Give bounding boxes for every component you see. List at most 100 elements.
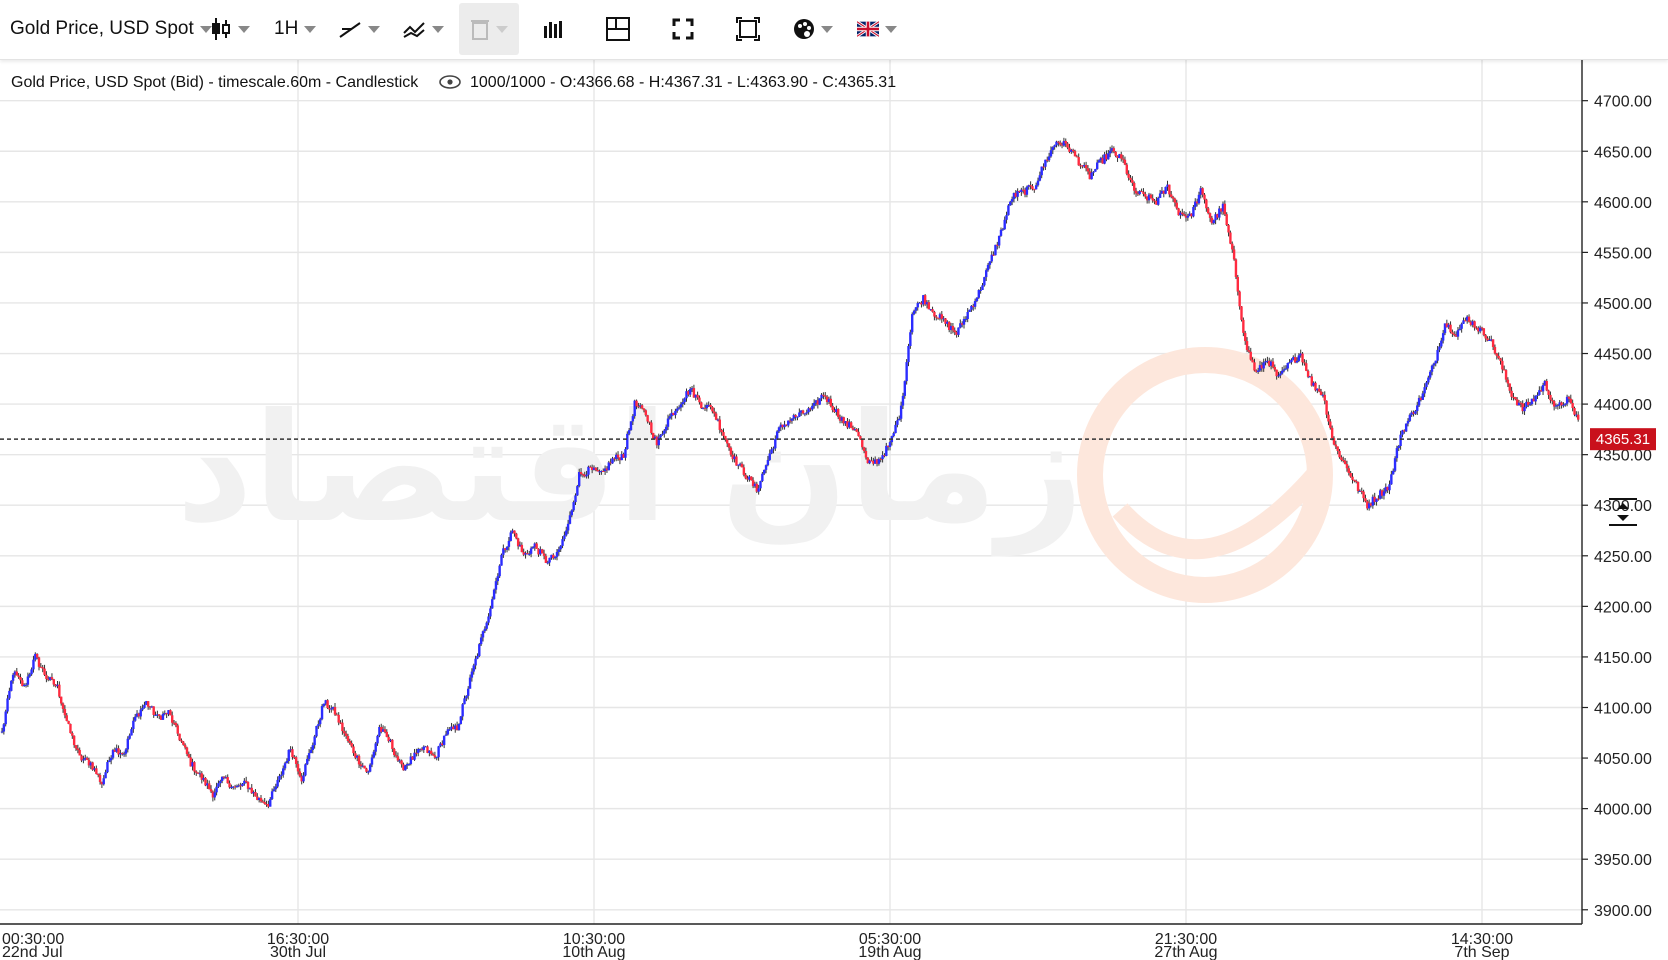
down-candle <box>927 300 931 310</box>
volume-toggle-button[interactable] <box>542 0 564 58</box>
candle-body <box>796 416 799 418</box>
up-candle <box>983 276 986 287</box>
fullscreen-button[interactable] <box>672 0 694 58</box>
down-candle <box>1343 457 1347 465</box>
down-candle <box>69 723 72 734</box>
candle-body <box>1049 150 1053 157</box>
indicators-selector[interactable] <box>402 0 444 58</box>
chevron-down-icon <box>368 25 380 33</box>
candle-body <box>296 764 300 772</box>
up-candle <box>1281 366 1284 375</box>
chart-type-selector[interactable] <box>210 0 250 58</box>
candle-body <box>50 677 54 680</box>
candle-body <box>1262 362 1265 369</box>
chevron-down-icon <box>432 25 444 33</box>
down-candle <box>1223 200 1227 216</box>
candle-body <box>561 539 564 546</box>
drawing-tools-selector[interactable] <box>338 0 380 58</box>
candle-body <box>67 720 70 724</box>
up-candle <box>1417 395 1421 407</box>
candle-body <box>557 549 561 552</box>
candle-body <box>276 779 279 787</box>
legend-ohlc: 1000/1000 - O:4366.68 - H:4367.31 - L:43… <box>470 74 896 91</box>
y-axis: 3900.00 3950.00 4000.00 4050.00 4100.00 4150.… <box>1582 94 1652 920</box>
candle-body <box>1460 323 1463 329</box>
candle-body <box>1499 358 1502 361</box>
candle-body <box>357 755 361 765</box>
candle-body <box>977 290 980 298</box>
candle-body <box>837 409 840 417</box>
candle-body <box>763 469 766 474</box>
down-candle <box>1225 212 1228 227</box>
candlestick-chart[interactable]: زمان اقتصاد Gold Price, USD Spot (Bid) -… <box>0 0 1668 960</box>
candle-body <box>124 749 128 754</box>
candle-body <box>1286 363 1289 369</box>
candle-body <box>350 743 353 747</box>
language-selector[interactable] <box>857 0 897 58</box>
candle-body <box>999 229 1003 236</box>
candle-body <box>1227 225 1230 233</box>
down-candle <box>117 745 120 758</box>
down-candle <box>67 720 70 725</box>
down-candle <box>1545 378 1548 392</box>
candle-body <box>931 309 934 312</box>
symbol-selector[interactable]: Gold Price, USD Spot <box>10 0 212 58</box>
candle-body <box>1345 464 1349 469</box>
eye-icon[interactable] <box>439 75 461 89</box>
candle-body <box>637 406 640 408</box>
down-candle <box>1449 321 1452 334</box>
down-candle <box>700 401 703 409</box>
candle-body <box>60 696 63 704</box>
chart-toolbar: Gold Price, USD Spot 1H <box>0 0 1668 60</box>
up-candle <box>818 398 821 406</box>
candle-body <box>1408 414 1412 421</box>
candle-body <box>498 565 501 577</box>
candle-body <box>394 755 398 757</box>
candle-body <box>1212 220 1215 224</box>
candle-body <box>1295 360 1299 363</box>
candle-body <box>979 289 982 291</box>
candle-body <box>1047 156 1051 161</box>
delete-drawings-button[interactable] <box>459 3 519 55</box>
candle-body <box>35 653 39 658</box>
candle-body <box>1142 191 1145 195</box>
timeframe-selector[interactable]: 1H <box>274 0 317 58</box>
candle-body <box>1343 460 1347 465</box>
up-candle <box>629 421 633 431</box>
candle-body <box>1157 197 1160 205</box>
candle-body <box>1229 232 1232 244</box>
fit-screen-button[interactable] <box>736 0 760 58</box>
up-candle <box>572 500 575 512</box>
up-candle <box>1212 219 1215 225</box>
down-candle <box>1318 384 1321 393</box>
candle-body <box>1071 149 1075 152</box>
candle-body <box>333 707 337 715</box>
candle-body <box>11 674 15 681</box>
candle-body <box>1186 215 1190 218</box>
candle-body <box>735 456 738 466</box>
up-candle <box>1393 456 1397 473</box>
candle-body <box>1451 332 1454 334</box>
candle-body <box>1273 366 1276 370</box>
candle-body <box>126 738 129 750</box>
down-candle <box>95 765 98 775</box>
candle-body <box>1003 219 1006 230</box>
candle-body <box>1171 196 1175 199</box>
candle-body <box>568 515 572 524</box>
candle-body <box>19 677 22 681</box>
candle-body <box>491 599 494 609</box>
candle-body <box>311 745 314 750</box>
down-candle <box>146 700 150 710</box>
candle-body <box>8 690 11 699</box>
candle-body <box>10 680 13 691</box>
candle-body <box>585 474 588 477</box>
candle-body <box>298 771 302 777</box>
candle-body <box>761 473 764 482</box>
candle-body <box>1436 349 1439 361</box>
crosshair-toggle-button[interactable] <box>606 0 630 58</box>
candle-body <box>1245 341 1249 351</box>
candle-body <box>208 783 211 790</box>
candle-body <box>1547 390 1550 395</box>
candle-body <box>907 346 910 363</box>
theme-selector[interactable] <box>793 0 833 58</box>
